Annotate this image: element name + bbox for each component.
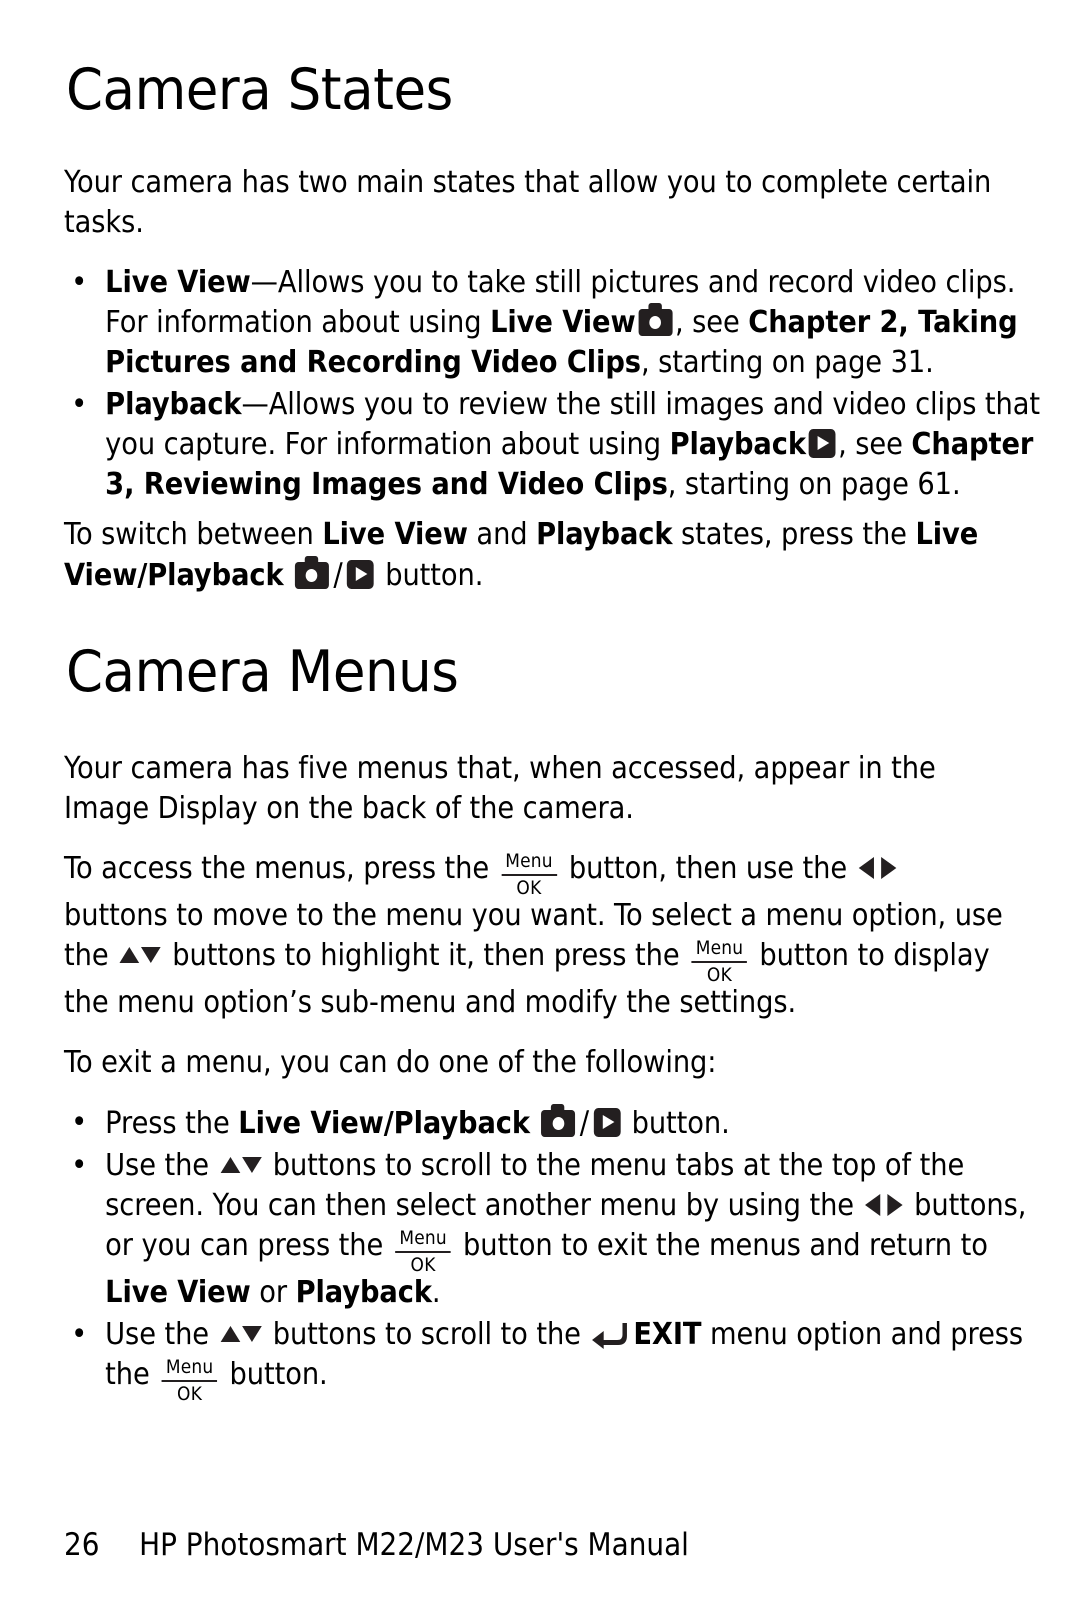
page-footer: 26 HP Photosmart M22/M23 User's Manual bbox=[64, 1526, 689, 1564]
exit-menu-option-label: EXIT bbox=[633, 1317, 702, 1352]
switch-text-2: and bbox=[467, 517, 537, 552]
access-text-1: To access the menus, press the bbox=[64, 851, 498, 886]
switch-text-1: To switch between bbox=[64, 517, 323, 552]
menu-ok-bottom-label: OK bbox=[516, 877, 542, 899]
live-view-bold: Live View bbox=[322, 517, 468, 552]
list-item: • Use the buttons to scroll to the menu t… bbox=[64, 1146, 1051, 1313]
exit-b1-text-1: Press the bbox=[105, 1106, 239, 1141]
menu-ok-top-label: Menu bbox=[161, 1358, 218, 1382]
exit-b3-text-4: button. bbox=[220, 1357, 328, 1392]
bullet-marker: • bbox=[71, 1105, 88, 1140]
menu-ok-top-label: Menu bbox=[501, 852, 557, 876]
camera-states-intro: Your camera has two main states that all… bbox=[64, 165, 992, 240]
slash-separator: / bbox=[579, 1105, 590, 1141]
bullet-marker: • bbox=[71, 1148, 88, 1183]
access-text-4: buttons to highlight it, then press the bbox=[163, 938, 689, 973]
live-view-bold: Live View bbox=[105, 1275, 251, 1310]
up-down-arrows-icon bbox=[220, 1322, 262, 1346]
playback-bold-ref: Playback bbox=[669, 427, 806, 462]
camera-icon bbox=[638, 303, 673, 336]
live-view-playback-button-label: Live View/Playback bbox=[238, 1106, 530, 1141]
playback-bold: Playback bbox=[536, 517, 673, 552]
playback-icon bbox=[347, 560, 374, 589]
bullet-marker: • bbox=[71, 265, 88, 300]
menu-ok-top-label: Menu bbox=[691, 939, 748, 963]
left-right-arrows-icon bbox=[865, 1192, 903, 1218]
exit-b3-text-2: buttons to scroll to the bbox=[264, 1317, 590, 1352]
exit-menu-intro: To exit a menu, you can do one of the fo… bbox=[64, 1045, 717, 1080]
page-title-camera-menus: Camera Menus bbox=[66, 639, 459, 705]
slash-separator: / bbox=[333, 557, 343, 593]
list-item: • Playback—Allows you to review the still… bbox=[64, 385, 1051, 505]
menu-ok-bottom-label: OK bbox=[706, 964, 733, 986]
exit-menu-bullet-list: • Press the Live View/Playback / button. … bbox=[64, 1103, 1026, 1404]
playback-bold: Playback bbox=[295, 1275, 432, 1310]
up-down-arrows-icon bbox=[119, 943, 161, 967]
menu-ok-bottom-label: OK bbox=[410, 1254, 436, 1276]
exit-b2-text-4: button to exit the menus and return to bbox=[454, 1228, 988, 1263]
em-dash: — bbox=[241, 387, 269, 422]
menu-ok-bottom-label: OK bbox=[176, 1383, 203, 1405]
menu-ok-icon: Menu OK bbox=[395, 1229, 451, 1276]
menu-ok-icon: Menu OK bbox=[161, 1358, 218, 1405]
camera-icon bbox=[294, 556, 329, 589]
manual-page: Camera States Your camera has two main s… bbox=[0, 0, 1080, 1620]
up-down-arrows-icon bbox=[220, 1153, 262, 1177]
access-menus-paragraph: To access the menus, press the Menu OK bu… bbox=[64, 849, 1010, 1023]
left-right-arrows-icon bbox=[858, 855, 896, 881]
switch-text-3: states, press the bbox=[672, 517, 916, 552]
exit-b2-text-1: Use the bbox=[105, 1148, 218, 1183]
live-view-text-3: , starting on page 31. bbox=[640, 345, 934, 380]
playback-text-2: , see bbox=[838, 427, 912, 462]
menu-ok-top-label: Menu bbox=[395, 1229, 451, 1253]
em-dash: — bbox=[250, 265, 278, 300]
playback-label: Playback bbox=[105, 387, 242, 422]
live-view-label: Live View bbox=[105, 265, 251, 300]
back-arrow-icon bbox=[591, 1319, 629, 1349]
menu-ok-icon: Menu OK bbox=[691, 939, 748, 986]
menu-ok-icon: Menu OK bbox=[501, 852, 557, 899]
bullet-marker: • bbox=[71, 387, 88, 422]
camera-menus-intro: Your camera has five menus that, when ac… bbox=[64, 751, 936, 826]
exit-b2-text-6: . bbox=[431, 1275, 441, 1310]
switch-states-paragraph: To switch between Live View and Playback… bbox=[64, 515, 1010, 596]
exit-b3-text-1: Use the bbox=[105, 1317, 218, 1352]
footer-document-title: HP Photosmart M22/M23 User's Manual bbox=[139, 1527, 689, 1563]
live-view-bold-ref: Live View bbox=[490, 305, 636, 340]
list-item: • Press the Live View/Playback / button. bbox=[64, 1103, 1051, 1144]
access-text-2: button, then use the bbox=[560, 851, 856, 886]
camera-states-bullet-list: • Live View—Allows you to take still pict… bbox=[64, 263, 1040, 505]
list-item: • Live View—Allows you to take still pict… bbox=[64, 263, 1051, 383]
exit-b1-text-2: button. bbox=[623, 1106, 730, 1141]
playback-text-3: , starting on page 61. bbox=[667, 467, 961, 502]
footer-page-number: 26 bbox=[64, 1527, 100, 1563]
switch-text-4: button. bbox=[376, 558, 484, 593]
playback-icon bbox=[808, 429, 836, 458]
camera-icon bbox=[541, 1104, 576, 1137]
page-title-camera-states: Camera States bbox=[66, 57, 453, 123]
live-view-text-2: , see bbox=[674, 305, 749, 340]
bullet-marker: • bbox=[71, 1317, 88, 1352]
exit-b2-text-5: or bbox=[250, 1275, 296, 1310]
list-item: • Use the buttons to scroll to the EXIT m… bbox=[64, 1315, 1051, 1405]
playback-icon bbox=[593, 1108, 621, 1137]
